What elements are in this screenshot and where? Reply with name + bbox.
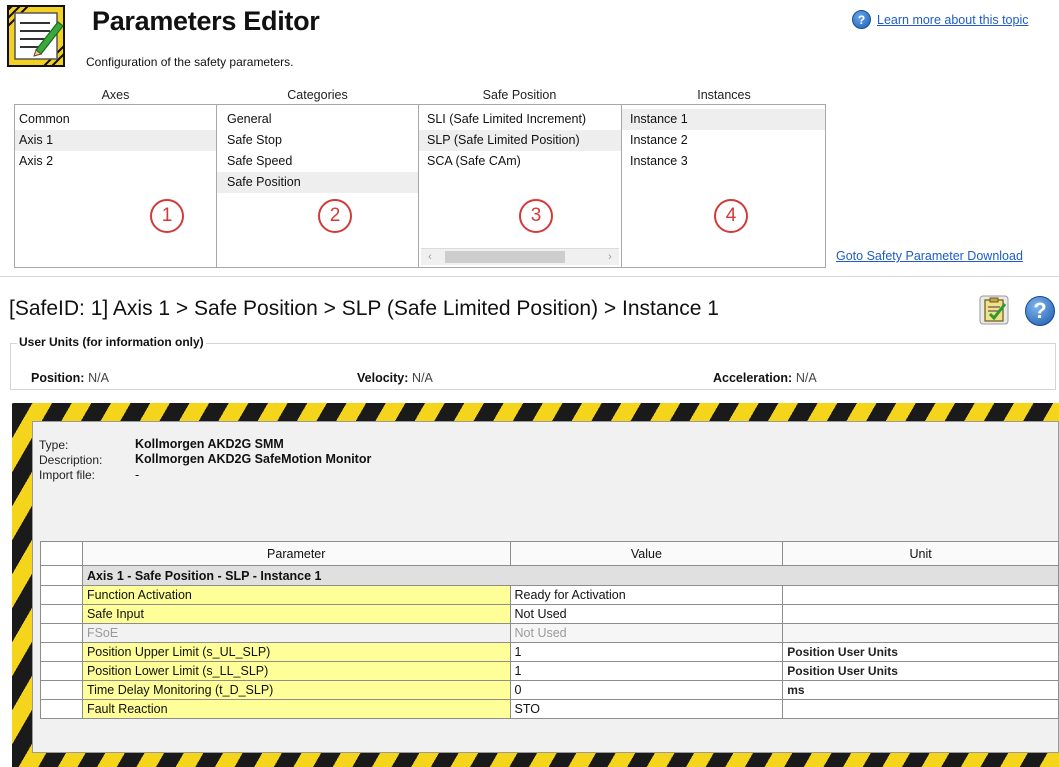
instance-item-1[interactable]: Instance 1 xyxy=(622,109,825,130)
learn-more-link[interactable]: ? Learn more about this topic xyxy=(852,10,1028,29)
import-file-value: - xyxy=(135,468,140,482)
position-unit-value: N/A xyxy=(88,371,109,385)
import-file-label: Import file: xyxy=(39,468,96,482)
param-unit: Position User Units xyxy=(782,661,1059,681)
table-row[interactable]: Function Activation Ready for Activation xyxy=(40,585,1059,605)
callout-marker-1: 1 xyxy=(150,199,184,233)
param-name: FSoE xyxy=(81,623,511,643)
page-subtitle: Configuration of the safety parameters. xyxy=(86,55,294,69)
table-row[interactable]: Safe Input Not Used xyxy=(40,604,1059,624)
axes-item-axis-2[interactable]: Axis 2 xyxy=(15,151,216,172)
axes-item-common[interactable]: Common xyxy=(15,109,216,130)
instances-header: Instances xyxy=(697,88,751,102)
param-value: Not Used xyxy=(509,623,784,643)
scroll-right-icon[interactable]: › xyxy=(601,251,619,263)
help-icon: ? xyxy=(852,10,871,29)
velocity-unit-value: N/A xyxy=(412,371,433,385)
help-icon[interactable]: ? xyxy=(1025,296,1055,326)
page-title: Parameters Editor xyxy=(92,6,320,36)
axes-list[interactable]: Common Axis 1 Axis 2 1 xyxy=(14,104,217,268)
user-units-title: User Units (for information only) xyxy=(17,335,206,349)
safe-position-item-sli[interactable]: SLI (Safe Limited Increment) xyxy=(419,109,621,130)
horizontal-scrollbar[interactable]: ‹ › xyxy=(421,248,619,265)
table-row[interactable]: Position Upper Limit (s_UL_SLP) 1 Positi… xyxy=(40,642,1059,662)
table-row[interactable]: Fault Reaction STO xyxy=(40,699,1059,719)
param-value[interactable]: 1 xyxy=(509,661,784,681)
section-divider xyxy=(0,276,1059,277)
type-label: Type: xyxy=(39,438,69,452)
user-units-group xyxy=(10,343,1056,390)
categories-list[interactable]: General Safe Stop Safe Speed Safe Positi… xyxy=(216,104,419,268)
velocity-unit: Velocity: N/A xyxy=(357,370,433,385)
param-value[interactable]: Ready for Activation xyxy=(509,585,784,605)
goto-safety-parameter-download-link[interactable]: Goto Safety Parameter Download xyxy=(836,249,1023,263)
instance-item-2[interactable]: Instance 2 xyxy=(622,130,825,151)
table-row: FSoE Not Used xyxy=(40,623,1059,643)
param-unit xyxy=(782,585,1059,605)
axes-header: Axes xyxy=(101,88,130,102)
param-unit xyxy=(782,699,1059,719)
safe-position-item-sca[interactable]: SCA (Safe CAm) xyxy=(419,151,621,172)
description-value: Kollmorgen AKD2G SafeMotion Monitor xyxy=(135,452,372,466)
param-name: Fault Reaction xyxy=(81,699,511,719)
param-value[interactable]: 0 xyxy=(509,680,784,700)
categories-header: Categories xyxy=(287,88,348,102)
param-unit xyxy=(782,623,1059,643)
instance-item-3[interactable]: Instance 3 xyxy=(622,151,825,172)
acceleration-unit: Acceleration: N/A xyxy=(713,370,817,385)
axes-item-axis-1[interactable]: Axis 1 xyxy=(15,130,216,151)
breadcrumb: [SafeID: 1] Axis 1 > Safe Position > SLP… xyxy=(9,297,719,320)
param-name: Function Activation xyxy=(81,585,511,605)
category-item-safe-stop[interactable]: Safe Stop xyxy=(217,130,418,151)
scroll-left-icon[interactable]: ‹ xyxy=(421,251,439,263)
learn-more-link-label[interactable]: Learn more about this topic xyxy=(877,13,1028,27)
param-value[interactable]: STO xyxy=(509,699,784,719)
safe-position-list[interactable]: SLI (Safe Limited Increment) SLP (Safe L… xyxy=(418,104,622,268)
callout-marker-3: 3 xyxy=(519,199,553,233)
param-name: Time Delay Monitoring (t_D_SLP) xyxy=(81,680,511,700)
param-value[interactable]: 1 xyxy=(509,642,784,662)
column-header-value[interactable]: Value xyxy=(509,541,784,566)
table-row[interactable]: Time Delay Monitoring (t_D_SLP) 0 ms xyxy=(40,680,1059,700)
param-value[interactable]: Not Used xyxy=(509,604,784,624)
row-header-corner xyxy=(40,541,83,566)
group-title: Axis 1 - Safe Position - SLP - Instance … xyxy=(81,565,1059,586)
category-item-general[interactable]: General xyxy=(217,109,418,130)
safe-position-item-slp[interactable]: SLP (Safe Limited Position) xyxy=(419,130,621,151)
param-unit: Position User Units xyxy=(782,642,1059,662)
param-name: Safe Input xyxy=(81,604,511,624)
param-name: Position Upper Limit (s_UL_SLP) xyxy=(81,642,511,662)
description-label: Description: xyxy=(39,453,103,467)
table-row[interactable]: Position Lower Limit (s_LL_SLP) 1 Positi… xyxy=(40,661,1059,681)
position-unit-label: Position: xyxy=(31,371,85,385)
table-group-row: Axis 1 - Safe Position - SLP - Instance … xyxy=(40,565,1059,586)
acceleration-unit-label: Acceleration: xyxy=(713,371,793,385)
callout-marker-2: 2 xyxy=(318,199,352,233)
param-unit: ms xyxy=(782,680,1059,700)
param-unit xyxy=(782,604,1059,624)
scrollbar-thumb[interactable] xyxy=(445,251,565,263)
parameters-editor-icon xyxy=(6,4,66,68)
velocity-unit-label: Velocity: xyxy=(357,371,409,385)
acceleration-unit-value: N/A xyxy=(795,371,817,385)
callout-marker-4: 4 xyxy=(714,199,748,233)
clipboard-check-icon[interactable] xyxy=(979,295,1009,325)
param-name: Position Lower Limit (s_LL_SLP) xyxy=(81,661,511,681)
instances-list[interactable]: Instance 1 Instance 2 Instance 3 4 xyxy=(621,104,826,268)
category-item-safe-speed[interactable]: Safe Speed xyxy=(217,151,418,172)
column-header-unit[interactable]: Unit xyxy=(782,541,1059,566)
type-value: Kollmorgen AKD2G SMM xyxy=(135,437,284,451)
position-unit: Position: N/A xyxy=(31,370,109,385)
safe-position-header: Safe Position xyxy=(482,88,557,102)
category-item-safe-position[interactable]: Safe Position xyxy=(217,172,418,193)
column-header-parameter[interactable]: Parameter xyxy=(81,541,511,566)
parameter-table: Parameter Value Unit Axis 1 - Safe Posit… xyxy=(40,541,1059,719)
